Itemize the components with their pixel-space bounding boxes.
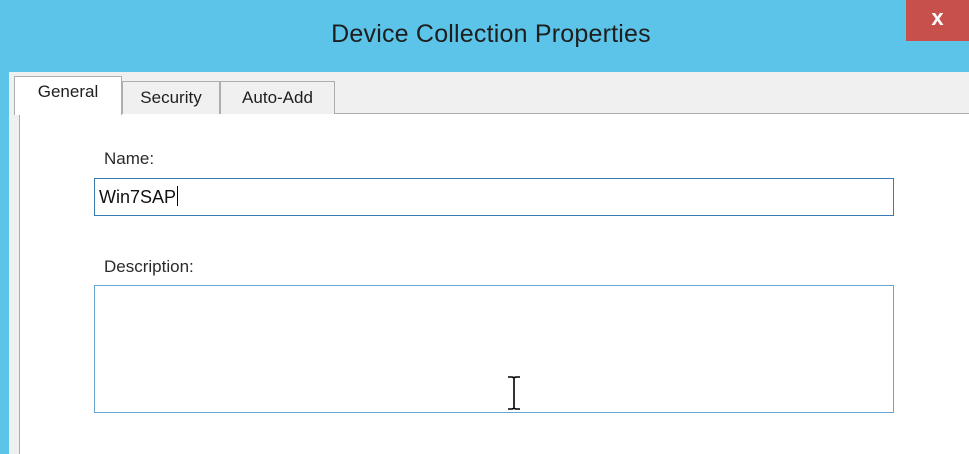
tab-security[interactable]: Security <box>122 81 220 114</box>
close-button[interactable]: x <box>906 0 969 41</box>
title-bar[interactable]: Device Collection Properties x <box>0 0 969 72</box>
tab-general[interactable]: General <box>14 76 122 115</box>
text-caret <box>177 186 179 206</box>
i-beam-cursor-icon <box>508 376 520 410</box>
name-field-value: Win7SAP <box>99 186 179 207</box>
window-title: Device Collection Properties <box>331 20 651 48</box>
description-field[interactable] <box>94 285 894 413</box>
tab-auto-add[interactable]: Auto-Add <box>220 81 335 114</box>
name-label: Name: <box>104 149 155 168</box>
description-label: Description: <box>104 257 194 276</box>
name-field[interactable]: Win7SAP <box>94 178 894 216</box>
